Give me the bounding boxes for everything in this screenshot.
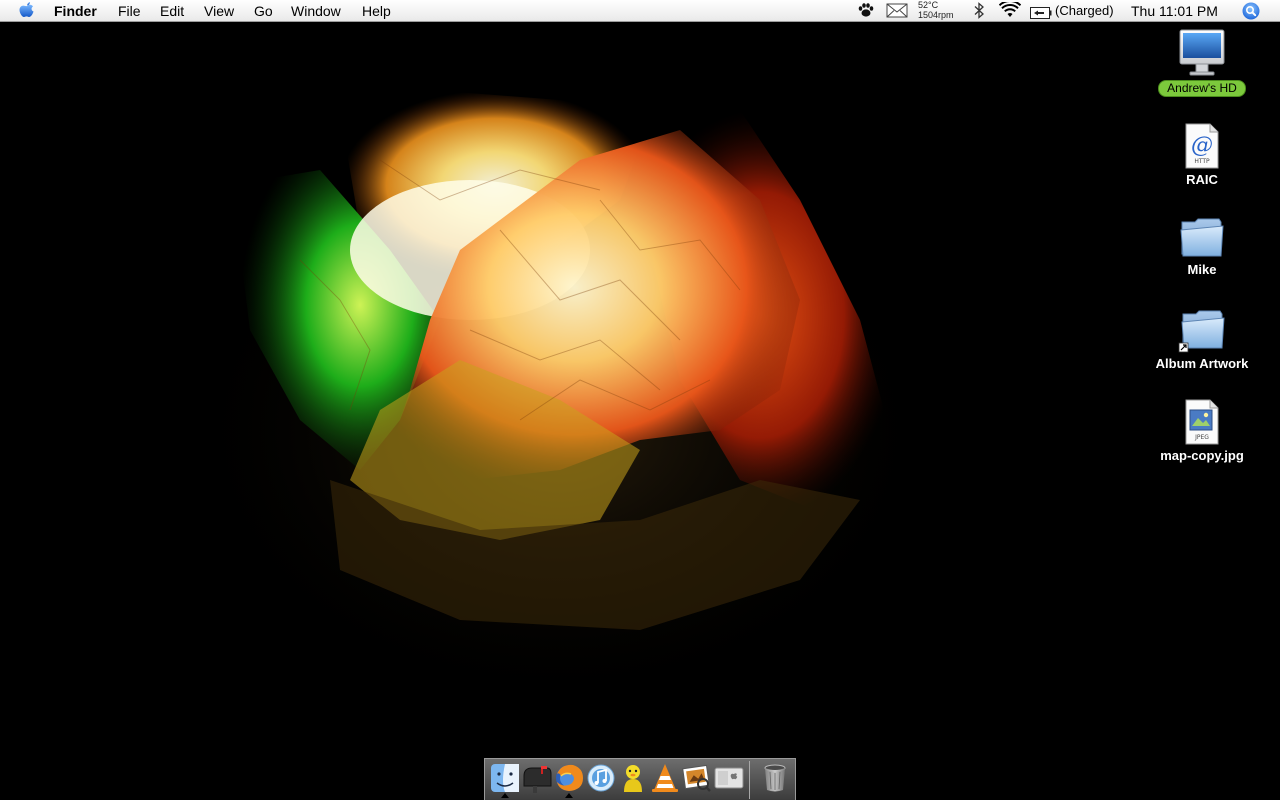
dock-item-adium[interactable] <box>617 762 649 796</box>
dock-item-itunes[interactable] <box>585 762 617 796</box>
battery-icon[interactable] <box>1030 5 1052 23</box>
svg-text:@: @ <box>1191 133 1213 158</box>
paw-icon[interactable] <box>857 2 875 22</box>
bootcamp-icon <box>714 767 744 789</box>
dock-item-bootcamp[interactable] <box>713 762 745 796</box>
hard-drive-icon <box>1179 29 1225 76</box>
cpu-temperature: 52°C <box>918 0 939 10</box>
folder-icon <box>1180 218 1224 257</box>
desktop-icon-map-copy[interactable]: JPEG map-copy.jpg <box>1142 398 1262 465</box>
menu-bar: Finder File Edit View Go Window Help 52°… <box>0 0 1280 22</box>
vlc-icon <box>652 764 678 792</box>
desktop-icon-andrews-hd[interactable]: Andrew's HD <box>1142 28 1262 97</box>
desktop-screen: Finder File Edit View Go Window Help 52°… <box>0 0 1280 800</box>
fan-speed: 1504rpm <box>918 10 954 20</box>
desktop-icon-mike[interactable]: Mike <box>1142 214 1262 279</box>
desktop-icon-label: map-copy.jpg <box>1160 448 1244 463</box>
temperature-monitor[interactable]: 52°C 1504rpm <box>918 0 954 20</box>
running-indicator <box>565 793 573 798</box>
dock-item-vlc[interactable] <box>649 762 681 796</box>
menu-edit[interactable]: Edit <box>160 2 184 20</box>
apple-icon[interactable] <box>18 1 36 25</box>
desktop-icon-label: Album Artwork <box>1155 356 1249 371</box>
dock <box>484 758 796 800</box>
battery-status[interactable]: (Charged) <box>1055 2 1114 20</box>
preview-icon <box>682 764 711 792</box>
dock-item-firefox[interactable] <box>553 762 585 798</box>
menu-window[interactable]: Window <box>291 2 341 20</box>
menu-go[interactable]: Go <box>254 2 273 20</box>
svg-text:HTTP: HTTP <box>1194 158 1210 165</box>
finder-icon <box>491 764 519 792</box>
dock-item-mail[interactable] <box>521 762 553 796</box>
menu-view[interactable]: View <box>204 2 234 20</box>
desktop-icon-label: RAIC <box>1186 172 1218 187</box>
bluetooth-icon[interactable] <box>973 2 985 23</box>
jpeg-file-icon: JPEG <box>1185 399 1219 445</box>
menu-app-finder[interactable]: Finder <box>54 2 97 20</box>
mail-icon[interactable] <box>886 3 908 22</box>
running-indicator <box>501 793 509 798</box>
wallpaper-art <box>180 90 940 710</box>
desktop-icon-raic[interactable]: @ HTTP RAIC <box>1142 122 1262 189</box>
folder-alias-icon <box>1178 310 1225 353</box>
firefox-icon <box>556 764 583 791</box>
desktop-icon-album-artwork[interactable]: Album Artwork <box>1142 306 1262 373</box>
itunes-icon <box>587 764 615 792</box>
adium-icon <box>624 765 642 792</box>
trash-icon <box>764 764 786 792</box>
wifi-icon[interactable] <box>998 0 1022 23</box>
dock-item-finder[interactable] <box>489 762 521 798</box>
http-location-icon: @ HTTP <box>1185 123 1219 169</box>
desktop-icon-label: Andrew's HD <box>1158 80 1246 97</box>
menu-help[interactable]: Help <box>362 2 391 20</box>
desktop-wallpaper <box>0 0 1280 800</box>
dock-item-trash[interactable] <box>759 762 791 796</box>
dock-item-preview[interactable] <box>681 762 713 796</box>
desktop-icon-label: Mike <box>1187 262 1217 277</box>
menubar-clock[interactable]: Thu 11:01 PM <box>1131 2 1218 20</box>
dock-separator <box>749 761 750 799</box>
mail-icon <box>523 766 552 793</box>
menu-file[interactable]: File <box>118 2 141 20</box>
svg-text:JPEG: JPEG <box>1194 434 1209 441</box>
spotlight-icon[interactable] <box>1242 2 1260 24</box>
